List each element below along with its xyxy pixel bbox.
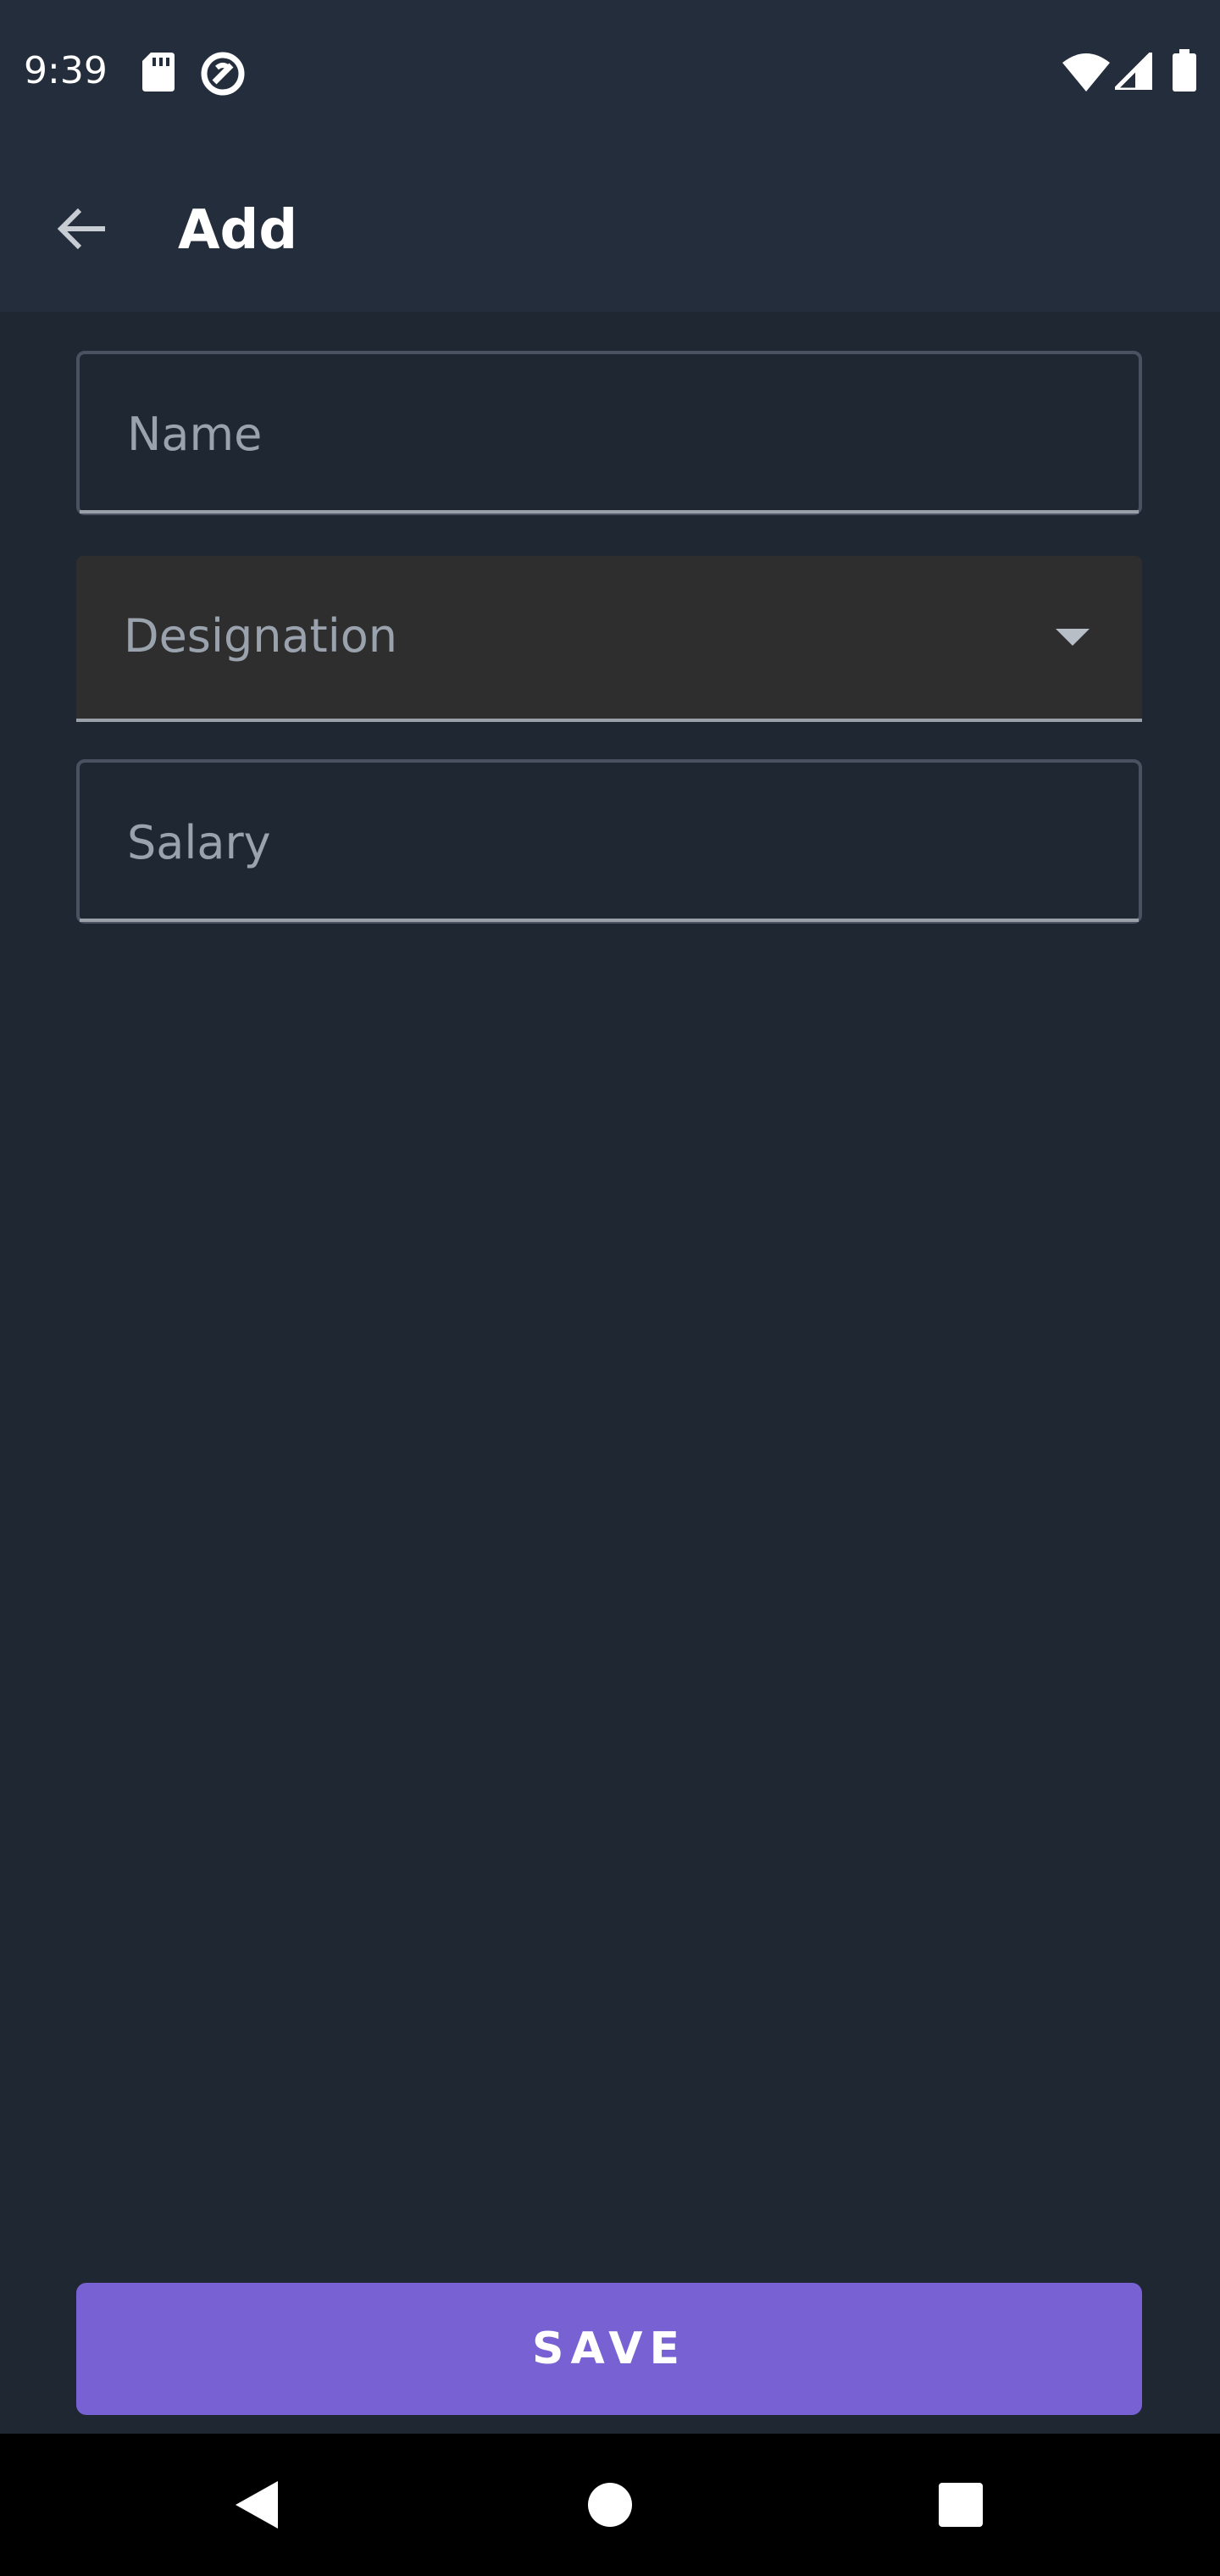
page-title: Add xyxy=(178,199,298,262)
back-button[interactable] xyxy=(34,181,129,276)
status-bar: 9:39 xyxy=(0,0,1220,146)
dropdown-arrow-icon xyxy=(1056,629,1090,646)
save-button[interactable]: SAVE xyxy=(76,2283,1142,2415)
sd-card-icon xyxy=(142,53,175,95)
system-nav-bar xyxy=(0,2434,1220,2576)
back-triangle-icon xyxy=(236,2481,278,2529)
data-saver-icon xyxy=(200,51,246,100)
app-bar: Add xyxy=(0,146,1220,312)
salary-field-label: Salary xyxy=(127,816,271,869)
nav-home-button[interactable] xyxy=(564,2459,656,2551)
recents-square-icon xyxy=(939,2483,983,2527)
name-field[interactable]: Name xyxy=(76,351,1142,515)
cell-signal-icon xyxy=(1109,47,1155,93)
nav-back-button[interactable] xyxy=(210,2459,302,2551)
battery-icon xyxy=(1173,49,1196,95)
designation-dropdown[interactable]: Designation xyxy=(76,556,1142,722)
status-time: 9:39 xyxy=(24,49,108,92)
name-field-underline xyxy=(80,510,1139,514)
home-circle-icon xyxy=(588,2483,632,2527)
nav-recents-button[interactable] xyxy=(915,2459,1006,2551)
name-field-label: Name xyxy=(127,408,263,461)
designation-field-underline xyxy=(76,719,1142,722)
arrow-back-icon xyxy=(57,208,105,250)
designation-field-label: Designation xyxy=(124,609,397,663)
salary-field-underline xyxy=(80,919,1139,922)
form-area: Name Designation Salary xyxy=(0,312,1220,2434)
wifi-icon xyxy=(1062,53,1110,95)
salary-field[interactable]: Salary xyxy=(76,759,1142,924)
